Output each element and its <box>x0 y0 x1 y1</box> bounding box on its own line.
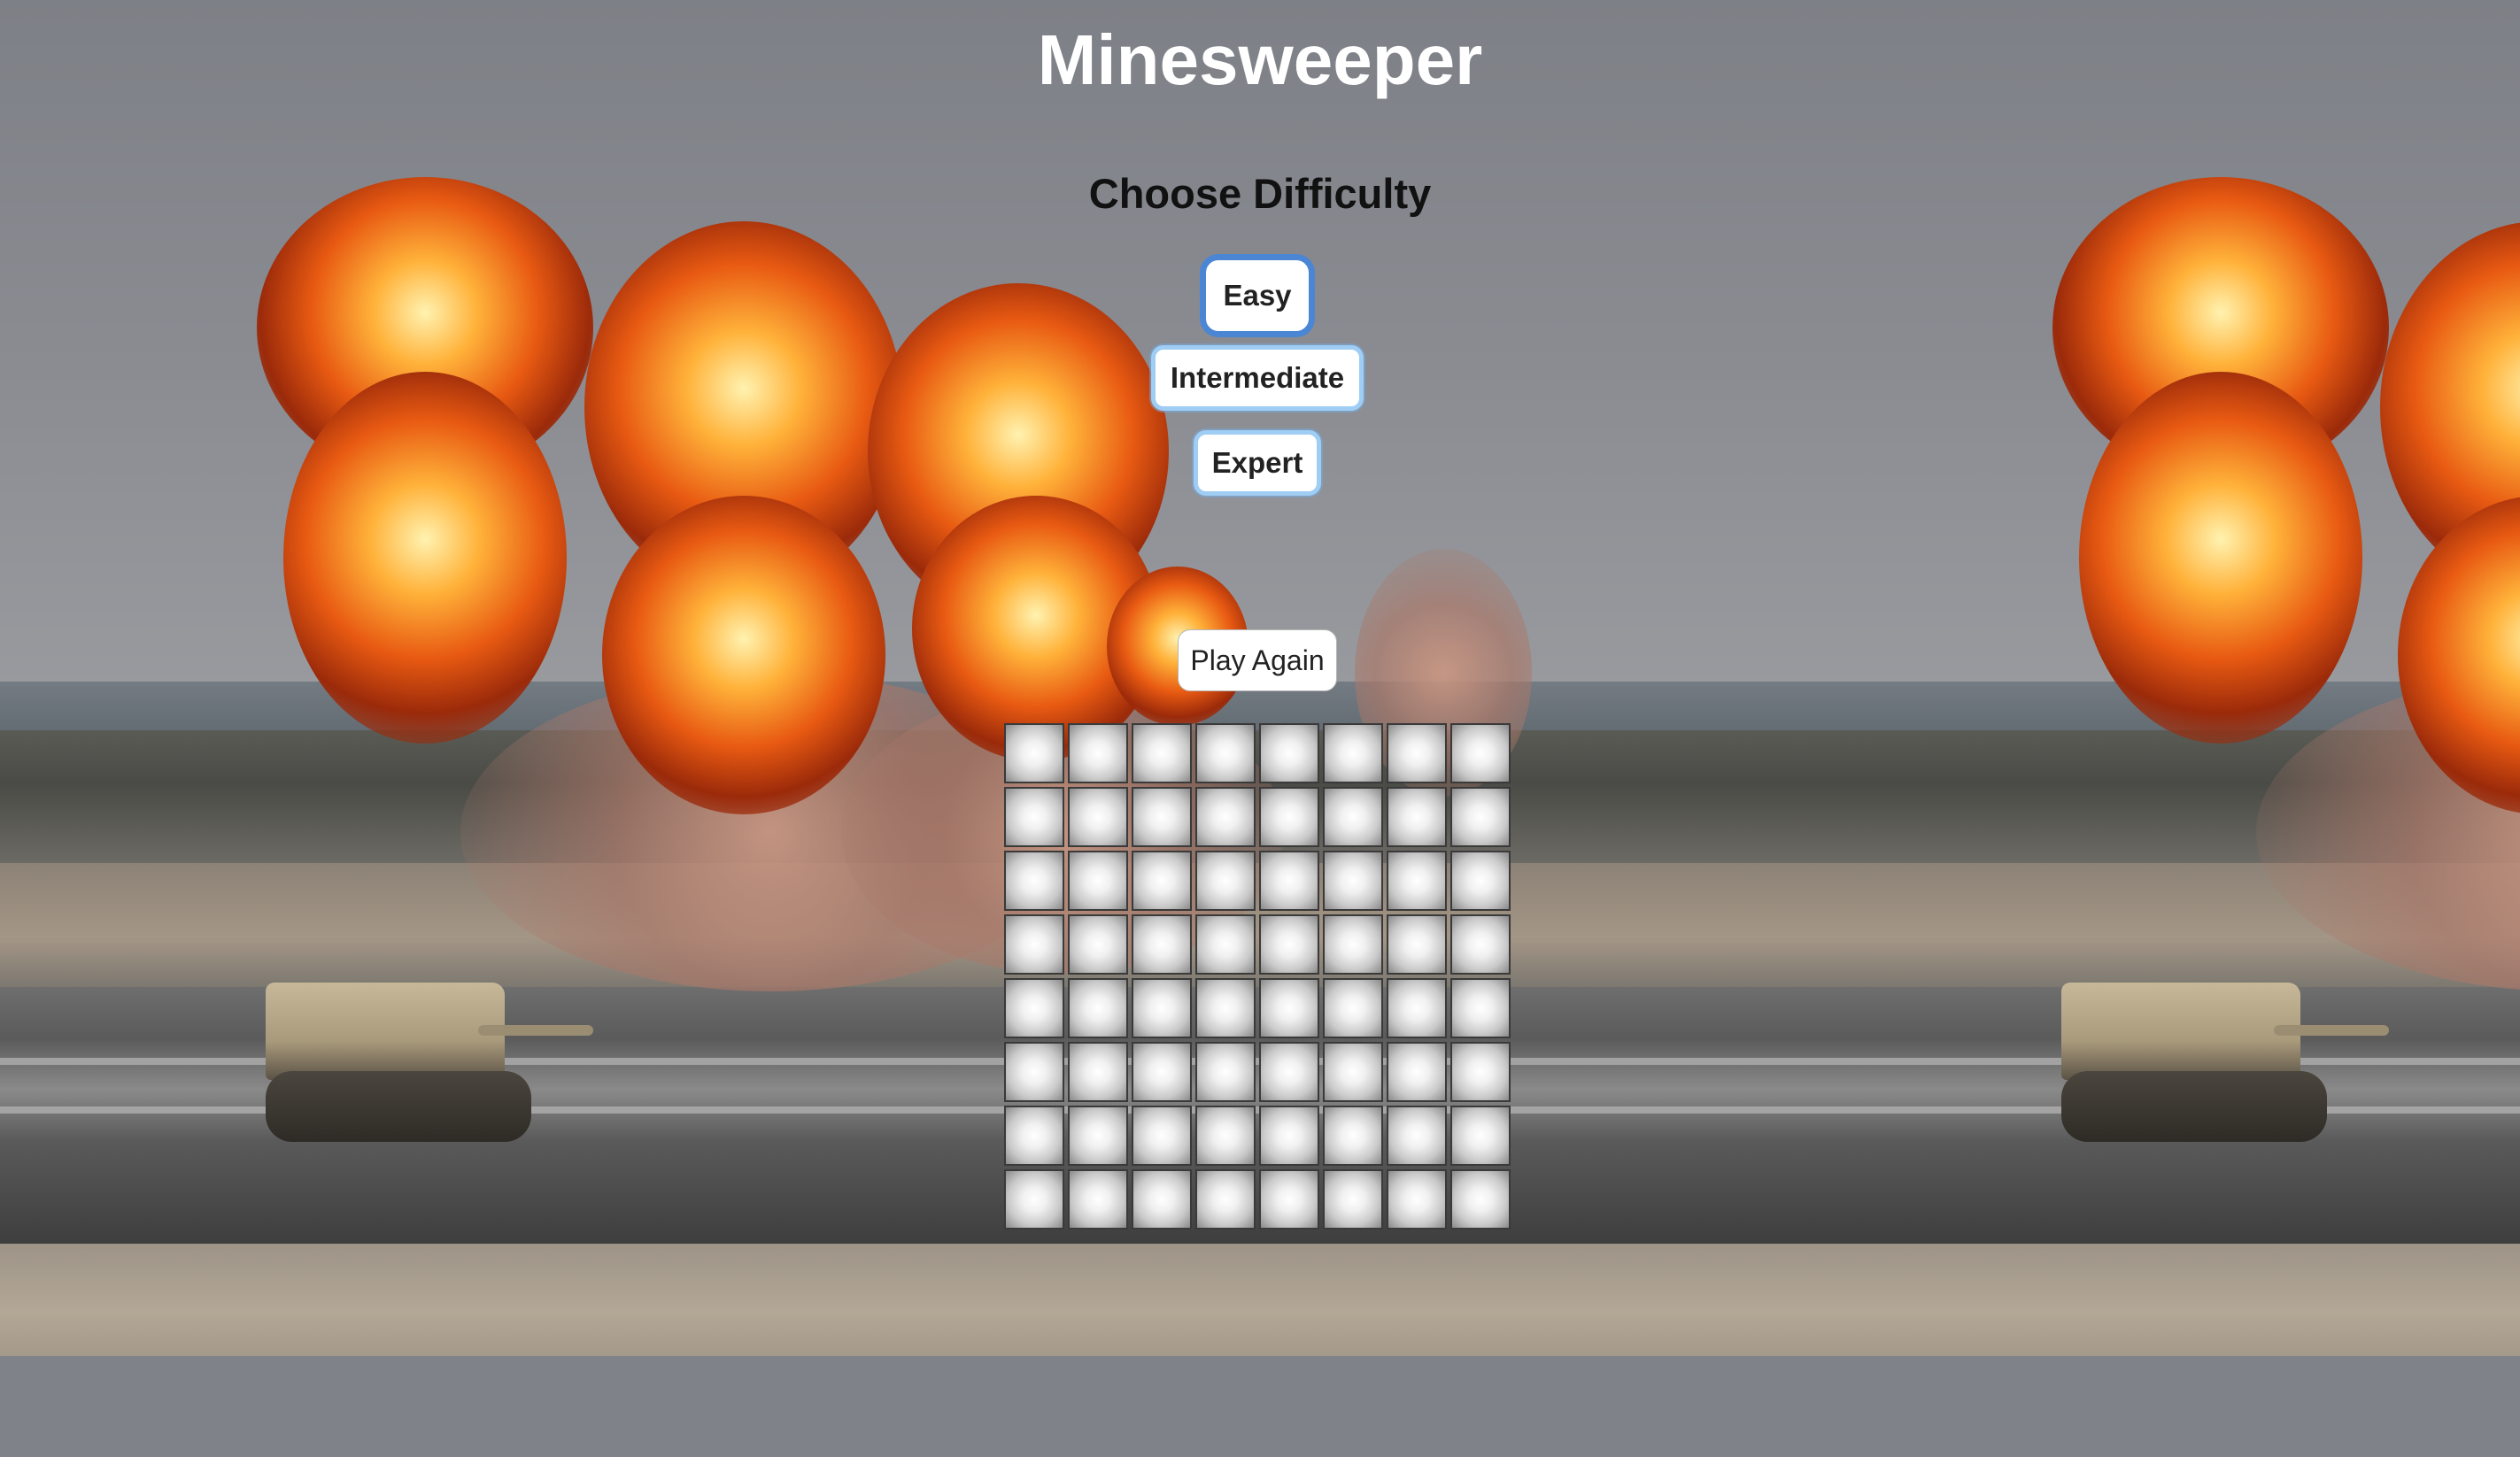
easy-button[interactable]: Easy <box>1206 260 1309 331</box>
board-cell[interactable] <box>1068 787 1128 847</box>
board-cell[interactable] <box>1323 1169 1383 1230</box>
board-cell[interactable] <box>1195 851 1256 911</box>
intermediate-button[interactable]: Intermediate <box>1151 345 1364 411</box>
board-cell[interactable] <box>1068 978 1128 1038</box>
board-cell[interactable] <box>1450 851 1511 911</box>
board-cell[interactable] <box>1004 723 1064 783</box>
board-cell[interactable] <box>1259 851 1319 911</box>
game-page: Minesweeper Choose Difficulty Easy Inter… <box>0 0 2520 1457</box>
board-cell[interactable] <box>1450 1169 1511 1230</box>
board-cell[interactable] <box>1004 1106 1064 1166</box>
board-cell[interactable] <box>1004 851 1064 911</box>
board-cell[interactable] <box>1323 851 1383 911</box>
board-cell[interactable] <box>1387 851 1447 911</box>
difficulty-heading: Choose Difficulty <box>1088 170 1432 217</box>
board-cell[interactable] <box>1259 914 1319 975</box>
board-cell[interactable] <box>1195 914 1256 975</box>
board-cell[interactable] <box>1387 1106 1447 1166</box>
board-cell[interactable] <box>1195 1042 1256 1102</box>
board-cell[interactable] <box>1004 1042 1064 1102</box>
board-cell[interactable] <box>1387 914 1447 975</box>
board-cell[interactable] <box>1195 978 1256 1038</box>
page-title: Minesweeper <box>1037 20 1483 99</box>
board-cell[interactable] <box>1259 723 1319 783</box>
board-cell[interactable] <box>1132 851 1192 911</box>
board-cell[interactable] <box>1068 1042 1128 1102</box>
board-cell[interactable] <box>1450 978 1511 1038</box>
board-cell[interactable] <box>1195 787 1256 847</box>
board-cell[interactable] <box>1450 723 1511 783</box>
board-cell[interactable] <box>1004 1169 1064 1230</box>
board-cell[interactable] <box>1068 851 1128 911</box>
board-cell[interactable] <box>1323 723 1383 783</box>
board-cell[interactable] <box>1068 914 1128 975</box>
board-cell[interactable] <box>1387 787 1447 847</box>
board-cell[interactable] <box>1132 978 1192 1038</box>
board-cell[interactable] <box>1195 1106 1256 1166</box>
board-cell[interactable] <box>1004 978 1064 1038</box>
board-cell[interactable] <box>1450 787 1511 847</box>
board-cell[interactable] <box>1068 1106 1128 1166</box>
board-cell[interactable] <box>1259 1042 1319 1102</box>
board-cell[interactable] <box>1387 1169 1447 1230</box>
board-cell[interactable] <box>1450 1106 1511 1166</box>
board-cell[interactable] <box>1323 1106 1383 1166</box>
board-cell[interactable] <box>1132 914 1192 975</box>
minesweeper-board <box>1004 723 1511 1231</box>
board-cell[interactable] <box>1259 1169 1319 1230</box>
board-cell[interactable] <box>1259 787 1319 847</box>
board-cell[interactable] <box>1259 978 1319 1038</box>
board-cell[interactable] <box>1323 1042 1383 1102</box>
board-cell[interactable] <box>1323 787 1383 847</box>
board-cell[interactable] <box>1195 723 1256 783</box>
board-cell[interactable] <box>1132 1169 1192 1230</box>
board-cell[interactable] <box>1132 1042 1192 1102</box>
board-cell[interactable] <box>1323 914 1383 975</box>
board-cell[interactable] <box>1068 723 1128 783</box>
board-cell[interactable] <box>1450 914 1511 975</box>
board-cell[interactable] <box>1132 787 1192 847</box>
board-cell[interactable] <box>1195 1169 1256 1230</box>
board-cell[interactable] <box>1004 787 1064 847</box>
board-cell[interactable] <box>1132 1106 1192 1166</box>
board-cell[interactable] <box>1004 914 1064 975</box>
board-cell[interactable] <box>1068 1169 1128 1230</box>
board-cell[interactable] <box>1387 1042 1447 1102</box>
board-cell[interactable] <box>1387 978 1447 1038</box>
board-cell[interactable] <box>1323 978 1383 1038</box>
board-cell[interactable] <box>1450 1042 1511 1102</box>
play-again-button[interactable]: Play Again <box>1178 629 1337 691</box>
board-cell[interactable] <box>1387 723 1447 783</box>
board-cell[interactable] <box>1132 723 1192 783</box>
board-cell[interactable] <box>1259 1106 1319 1166</box>
expert-button[interactable]: Expert <box>1194 430 1321 496</box>
